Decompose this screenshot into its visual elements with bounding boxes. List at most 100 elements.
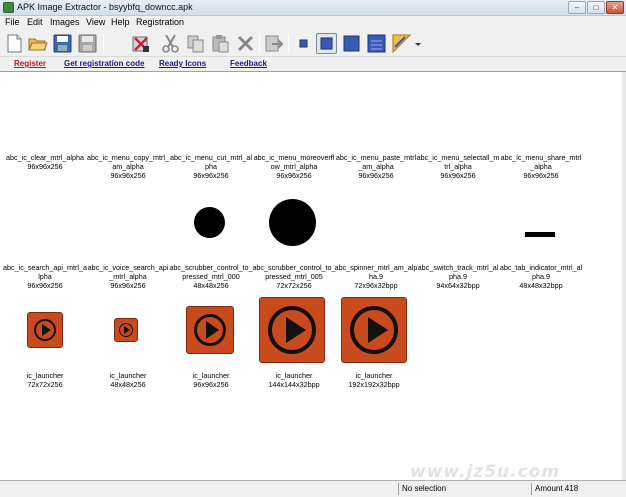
close-button[interactable]: ✕ xyxy=(606,1,624,14)
launcher-thumbnail xyxy=(114,318,138,342)
menu-registration[interactable]: Registration xyxy=(136,17,184,27)
ready-icons-link[interactable]: Ready Icons xyxy=(159,59,206,68)
image-item[interactable]: abc_scrubber_control_to_pressed_mtrl_000… xyxy=(169,263,253,290)
launcher-thumbnail xyxy=(259,297,325,363)
image-name: ic_launcher xyxy=(192,371,230,380)
image-item[interactable]: abc_ic_menu_paste_mtrl_am_alpha 96x96x25… xyxy=(334,153,418,180)
play-icon xyxy=(42,324,51,336)
scrubber-thumbnail xyxy=(194,207,225,238)
image-name: abc_scrubber_control_to_pressed_mtrl_005 xyxy=(252,263,336,281)
image-dims: 96x96x256 xyxy=(358,171,394,180)
image-dims: 96x96x256 xyxy=(110,171,146,180)
image-item[interactable]: ic_launcher 144x144x32bpp xyxy=(252,371,336,389)
large-thumbnail-icon[interactable] xyxy=(366,33,387,54)
amount-status: Amount 418 xyxy=(531,483,624,495)
toolbar-separator xyxy=(103,34,104,53)
save-icon[interactable] xyxy=(52,33,73,54)
image-item[interactable]: abc_switch_track_mtrl_alpha.9 94x64x32bp… xyxy=(416,263,500,290)
play-icon xyxy=(286,317,306,343)
image-name: ic_launcher xyxy=(355,371,393,380)
image-item[interactable]: ic_launcher 192x192x32bpp xyxy=(332,371,416,389)
image-name: abc_ic_menu_share_mtrl_alpha xyxy=(500,153,582,171)
image-dims: 96x96x256 xyxy=(193,380,229,389)
image-name: abc_ic_menu_moreoverflow_mtrl_alpha xyxy=(253,153,335,171)
image-dims: 144x144x32bpp xyxy=(268,380,320,389)
maximize-button[interactable]: □ xyxy=(587,1,605,14)
launcher-thumbnail xyxy=(27,312,63,348)
delete-selection-icon[interactable] xyxy=(130,33,151,54)
image-item[interactable]: abc_ic_menu_moreoverflow_mtrl_alpha 96x9… xyxy=(252,153,336,180)
image-name: abc_ic_menu_selectall_mtrl_alpha xyxy=(416,153,500,171)
image-name: abc_scrubber_control_to_pressed_mtrl_000 xyxy=(169,263,253,281)
image-dims: 96x96x256 xyxy=(27,281,63,290)
image-name: abc_switch_track_mtrl_alpha.9 xyxy=(417,263,499,281)
new-icon[interactable] xyxy=(4,33,25,54)
copy-icon[interactable] xyxy=(185,33,206,54)
toolbar xyxy=(0,30,626,57)
vertical-scrollbar[interactable] xyxy=(622,72,626,480)
image-name: abc_ic_menu_copy_mtrl_am_alpha xyxy=(87,153,169,171)
image-dims: 96x96x256 xyxy=(523,171,559,180)
image-dims: 96x96x256 xyxy=(276,171,312,180)
menu-help[interactable]: Help xyxy=(111,17,130,27)
image-item[interactable]: abc_tab_indicator_mtrl_alpha.9 48x48x32b… xyxy=(499,263,583,290)
small-thumbnail-icon[interactable] xyxy=(316,33,337,54)
paste-icon[interactable] xyxy=(210,33,231,54)
image-name: abc_ic_voice_search_api_mtrl_alpha xyxy=(87,263,169,281)
register-link[interactable]: Register xyxy=(14,59,46,68)
image-dims: 48x48x32bpp xyxy=(519,281,563,290)
sort-icon[interactable] xyxy=(391,33,412,54)
minimize-button[interactable]: – xyxy=(568,1,586,14)
image-item[interactable]: abc_ic_menu_cut_mtrl_alpha 96x96x256 xyxy=(169,153,253,180)
image-dims: 192x192x32bpp xyxy=(348,380,400,389)
image-item[interactable]: abc_scrubber_control_to_pressed_mtrl_005… xyxy=(252,263,336,290)
play-icon xyxy=(368,317,388,343)
image-item[interactable]: abc_ic_search_api_mtrl_alpha 96x96x256 xyxy=(3,263,87,290)
save-all-icon[interactable] xyxy=(77,33,98,54)
menu-bar: File Edit Images View Help Registration xyxy=(0,16,626,30)
menu-view[interactable]: View xyxy=(86,17,105,27)
image-item[interactable]: abc_ic_clear_mtrl_alpha 96x96x256 xyxy=(3,153,87,171)
tiny-thumbnail-icon[interactable] xyxy=(293,33,314,54)
dropdown-arrow-icon[interactable] xyxy=(413,33,423,54)
image-name: abc_ic_menu_paste_mtrl_am_alpha xyxy=(335,153,417,171)
launcher-thumbnail xyxy=(186,306,234,354)
selection-status: No selection xyxy=(398,483,530,495)
image-item[interactable]: abc_spinner_mtrl_am_alpha.9 72x96x32bpp xyxy=(334,263,418,290)
window-title: APK Image Extractor - bsyybfq_downcc.apk xyxy=(17,2,193,12)
status-bar: No selection Amount 418 xyxy=(0,480,626,497)
image-dims: 48x48x256 xyxy=(193,281,229,290)
menu-file[interactable]: File xyxy=(5,17,20,27)
delete-icon[interactable] xyxy=(235,33,256,54)
feedback-link[interactable]: Feedback xyxy=(230,59,267,68)
medium-thumbnail-icon[interactable] xyxy=(341,33,362,54)
image-dims: 96x96x256 xyxy=(193,171,229,180)
menu-edit[interactable]: Edit xyxy=(27,17,43,27)
scrubber-thumbnail xyxy=(269,199,316,246)
image-item[interactable]: abc_ic_menu_selectall_mtrl_alpha 96x96x2… xyxy=(416,153,500,180)
image-item[interactable]: abc_ic_voice_search_api_mtrl_alpha 96x96… xyxy=(86,263,170,290)
image-name: ic_launcher xyxy=(275,371,313,380)
image-item[interactable]: ic_launcher 96x96x256 xyxy=(169,371,253,389)
image-name: abc_ic_search_api_mtrl_alpha xyxy=(3,263,87,281)
image-dims: 96x96x256 xyxy=(27,162,63,171)
menu-images[interactable]: Images xyxy=(50,17,80,27)
image-name: abc_spinner_mtrl_am_alpha.9 xyxy=(334,263,418,281)
image-dims: 96x96x256 xyxy=(440,171,476,180)
watermark: www.jz5u.com xyxy=(410,462,561,482)
image-dims: 94x64x32bpp xyxy=(436,281,480,290)
image-item[interactable]: abc_ic_menu_share_mtrl_alpha 96x96x256 xyxy=(499,153,583,180)
image-dims: 48x48x256 xyxy=(110,380,146,389)
get-registration-code-link[interactable]: Get registration code xyxy=(64,59,144,68)
open-folder-icon[interactable] xyxy=(27,33,48,54)
launcher-thumbnail xyxy=(341,297,407,363)
image-item[interactable]: ic_launcher 48x48x256 xyxy=(86,371,170,389)
image-item[interactable]: ic_launcher 72x72x256 xyxy=(3,371,87,389)
image-item[interactable]: abc_ic_menu_copy_mtrl_am_alpha 96x96x256 xyxy=(86,153,170,180)
tab-indicator-thumbnail xyxy=(525,232,555,237)
title-bar: APK Image Extractor - bsyybfq_downcc.apk… xyxy=(0,0,626,16)
cut-icon[interactable] xyxy=(160,33,181,54)
export-icon[interactable] xyxy=(263,33,284,54)
image-dims: 72x96x32bpp xyxy=(354,281,398,290)
play-icon xyxy=(124,326,130,334)
